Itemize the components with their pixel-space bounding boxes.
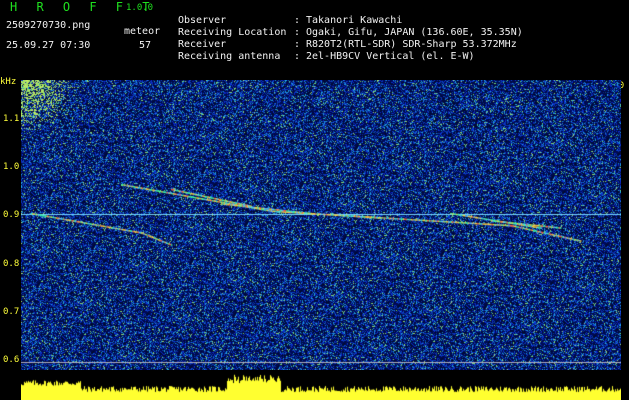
info-value: R820T2(RTL-SDR) SDR-Sharp 53.372MHz xyxy=(306,39,517,50)
meteor-count-value: 57 xyxy=(139,40,152,51)
meteor-spectrogram-window: { "header": { "brand": "H R O F F T", "v… xyxy=(0,0,629,400)
info-row-antenna: Receiving antenna:2el-HB9CV Vertical (el… xyxy=(178,51,475,62)
y-axis-unit: kHz xyxy=(0,77,17,87)
frequency-tick-label: 0.6 xyxy=(3,355,20,366)
info-value: 2el-HB9CV Vertical (el. E-W) xyxy=(306,51,475,62)
app-version: 1.0.0 xyxy=(126,3,154,13)
frequency-tick-label: 1.1 xyxy=(3,113,20,124)
info-value: Ogaki, Gifu, JAPAN (136.60E, 35.35N) xyxy=(306,27,523,38)
meteor-count-label: meteor xyxy=(124,26,161,37)
info-label: Receiver xyxy=(178,39,227,50)
file-name: 2509270730.png xyxy=(6,20,91,31)
frequency-tick-label: 0.8 xyxy=(3,258,20,269)
frequency-tick-label: 1.0 xyxy=(3,162,20,172)
info-label: Observer xyxy=(178,15,227,26)
frequency-tick-label: 0.7 xyxy=(3,307,20,317)
observation-datetime: 25.09.27 07:30 xyxy=(6,40,91,51)
info-label: Receiving Location xyxy=(178,27,287,38)
frequency-tick-label: 0.9 xyxy=(3,210,20,221)
spectrogram-plot xyxy=(21,80,621,370)
info-label: Receiving antenna xyxy=(178,51,281,62)
power-spectrum-bar xyxy=(21,371,621,400)
info-value: Takanori Kawachi xyxy=(306,15,403,26)
